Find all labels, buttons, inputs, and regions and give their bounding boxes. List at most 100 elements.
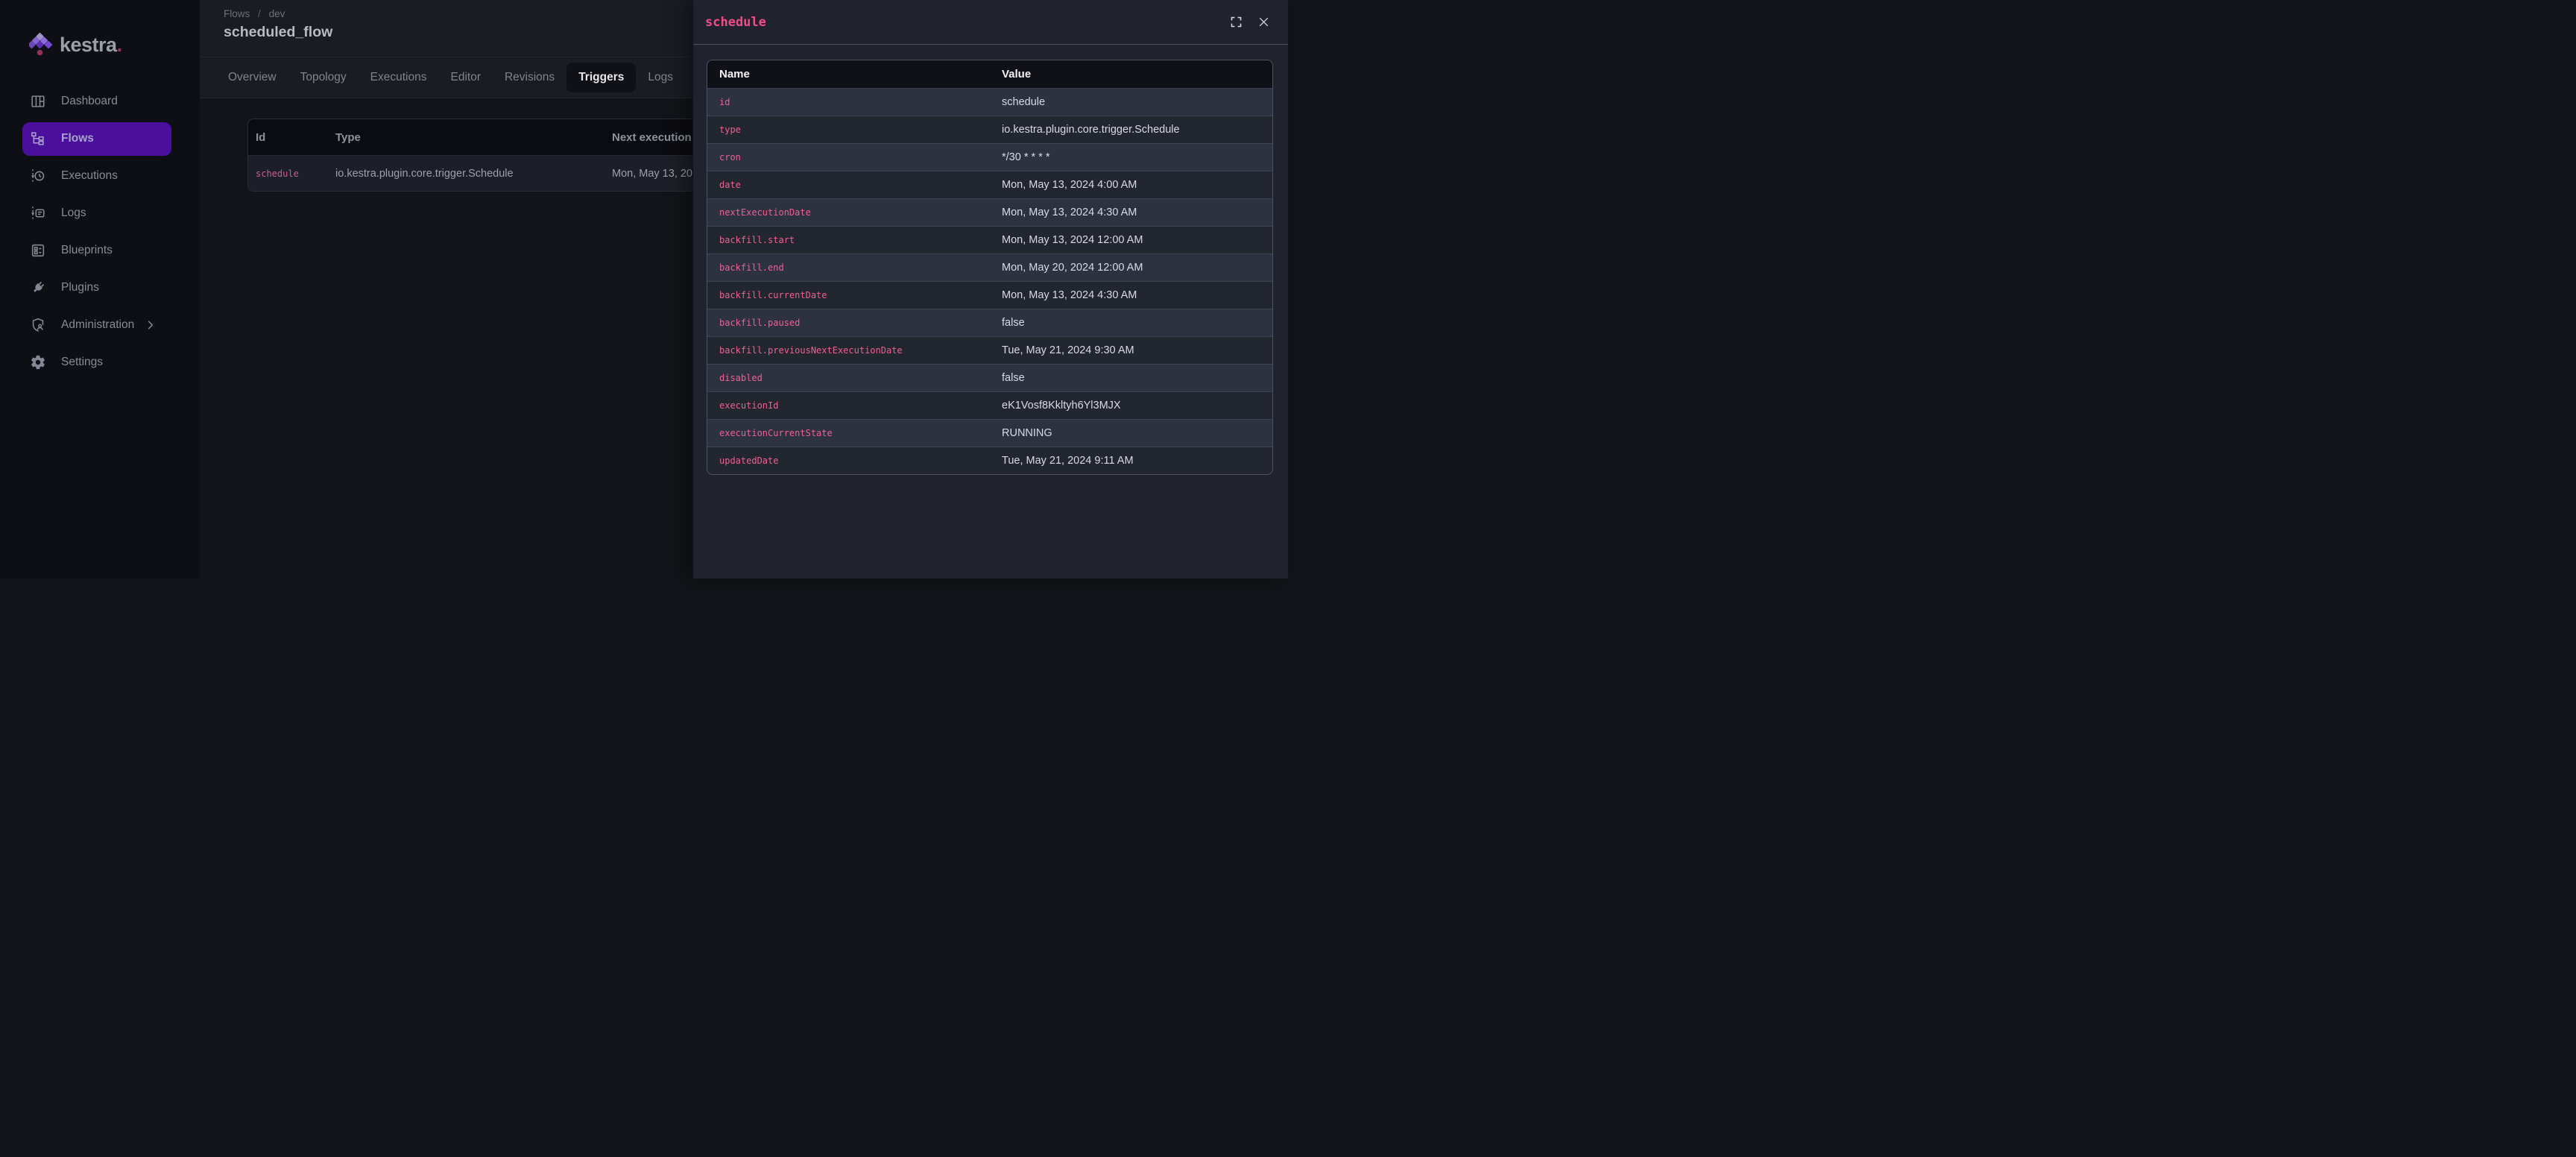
dashboard-icon — [30, 93, 46, 110]
breadcrumb-separator: / — [258, 8, 261, 19]
column-header-value: Value — [990, 68, 1272, 81]
breadcrumb-flows[interactable]: Flows — [224, 8, 250, 19]
column-header-id: Id — [248, 131, 335, 144]
sidebar-item-label: Executions — [61, 169, 118, 183]
table-row-backfill-start: backfill.start Mon, May 13, 2024 12:00 A… — [707, 226, 1272, 253]
breadcrumb: Flows / dev — [224, 8, 285, 19]
sidebar-item-executions[interactable]: Executions — [0, 157, 200, 195]
property-value: Mon, May 13, 2024 4:30 AM — [990, 207, 1272, 218]
tab-revisions[interactable]: Revisions — [493, 63, 566, 92]
tab-executions[interactable]: Executions — [359, 63, 439, 92]
sidebar-item-label: Administration — [61, 318, 134, 332]
tab-topology[interactable]: Topology — [288, 63, 359, 92]
property-value: Tue, May 21, 2024 9:11 AM — [990, 455, 1272, 467]
property-value: Mon, May 13, 2024 4:00 AM — [990, 179, 1272, 191]
table-row-executionId: executionId eK1Vosf8Kkltyh6Yl3MJX — [707, 391, 1272, 419]
property-value: RUNNING — [990, 427, 1272, 439]
gear-icon — [30, 354, 46, 371]
close-icon[interactable] — [1257, 16, 1270, 28]
property-name: executionCurrentState — [707, 428, 990, 438]
drawer-header: schedule — [693, 0, 1288, 45]
property-name: id — [707, 97, 990, 107]
logo-wordmark: kestra — [60, 34, 117, 57]
table-row-disabled: disabled false — [707, 364, 1272, 391]
trigger-type-cell: io.kestra.plugin.core.trigger.Schedule — [335, 168, 612, 180]
sidebar-item-label: Dashboard — [61, 95, 118, 108]
sidebar-nav: Dashboard Flows — [0, 83, 200, 381]
property-name: nextExecutionDate — [707, 207, 990, 218]
chevron-right-icon — [145, 319, 157, 331]
administration-shield-account-icon — [30, 317, 46, 333]
sidebar-item-label: Logs — [61, 207, 86, 220]
sidebar-item-label: Plugins — [61, 281, 99, 294]
table-row-backfill-end: backfill.end Mon, May 20, 2024 12:00 AM — [707, 253, 1272, 281]
kestra-app: kestra. Dashboard — [0, 0, 1288, 578]
flows-icon — [30, 130, 46, 147]
sidebar-item-label: Blueprints — [61, 244, 113, 257]
properties-table-header: Name Value — [707, 60, 1272, 88]
property-value: false — [990, 317, 1272, 329]
property-value: */30 * * * * — [990, 151, 1272, 163]
breadcrumb-namespace[interactable]: dev — [269, 8, 285, 19]
property-value: Mon, May 20, 2024 12:00 AM — [990, 262, 1272, 274]
property-name: date — [707, 180, 990, 190]
property-value: Mon, May 13, 2024 12:00 AM — [990, 234, 1272, 246]
table-row-executionCurrentState: executionCurrentState RUNNING — [707, 419, 1272, 447]
sidebar-item-plugins[interactable]: Plugins — [0, 269, 200, 306]
drawer-title: schedule — [705, 15, 1230, 30]
trigger-detail-drawer: schedule Name Value — [692, 0, 1288, 578]
table-row-backfill-currentDate: backfill.currentDate Mon, May 13, 2024 4… — [707, 281, 1272, 309]
tab-overview[interactable]: Overview — [216, 63, 288, 92]
property-name: type — [707, 124, 990, 135]
properties-table-body: id schedule type io.kestra.plugin.core.t… — [707, 88, 1272, 474]
column-header-name: Name — [707, 68, 990, 81]
trigger-properties-table: Name Value id schedule type io.kestra.pl… — [707, 60, 1273, 475]
logs-icon — [30, 205, 46, 221]
table-row-type: type io.kestra.plugin.core.trigger.Sched… — [707, 116, 1272, 143]
property-name: cron — [707, 152, 990, 163]
column-header-type: Type — [335, 131, 612, 144]
sidebar-item-label: Settings — [61, 356, 103, 369]
page-title: scheduled_flow — [224, 24, 332, 41]
tab-triggers[interactable]: Triggers — [566, 63, 636, 92]
tab-logs[interactable]: Logs — [636, 63, 685, 92]
expand-fullscreen-icon[interactable] — [1230, 16, 1243, 28]
table-row-cron: cron */30 * * * * — [707, 143, 1272, 171]
property-name: backfill.start — [707, 235, 990, 245]
sidebar-item-settings[interactable]: Settings — [0, 344, 200, 381]
property-name: backfill.currentDate — [707, 290, 990, 300]
table-row-updatedDate: updatedDate Tue, May 21, 2024 9:11 AM — [707, 447, 1272, 474]
property-name: updatedDate — [707, 455, 990, 466]
property-value: Mon, May 13, 2024 4:30 AM — [990, 289, 1272, 301]
property-value: io.kestra.plugin.core.trigger.Schedule — [990, 124, 1272, 136]
plugins-icon — [30, 280, 46, 296]
sidebar-item-label: Flows — [61, 132, 94, 145]
table-row-date: date Mon, May 13, 2024 4:00 AM — [707, 171, 1272, 198]
table-row-nextExecutionDate: nextExecutionDate Mon, May 13, 2024 4:30… — [707, 198, 1272, 226]
property-name: executionId — [707, 400, 990, 411]
property-value: schedule — [990, 96, 1272, 108]
property-name: backfill.paused — [707, 318, 990, 328]
property-name: backfill.end — [707, 262, 990, 273]
sidebar-item-blueprints[interactable]: Blueprints — [0, 232, 200, 269]
sidebar-item-flows[interactable]: Flows — [0, 120, 200, 157]
sidebar-item-administration[interactable]: Administration — [0, 306, 200, 344]
kestra-logo[interactable]: kestra. — [29, 30, 122, 60]
kestra-logo-icon — [29, 31, 52, 58]
trigger-id-link[interactable]: schedule — [256, 168, 299, 179]
property-value: false — [990, 372, 1272, 384]
table-row-id: id schedule — [707, 88, 1272, 116]
sidebar: kestra. Dashboard — [0, 0, 200, 578]
property-name: backfill.previousNextExecutionDate — [707, 345, 990, 356]
property-value: Tue, May 21, 2024 9:30 AM — [990, 344, 1272, 356]
blueprints-icon — [30, 242, 46, 259]
table-row-backfill-paused: backfill.paused false — [707, 309, 1272, 336]
property-value: eK1Vosf8Kkltyh6Yl3MJX — [990, 400, 1272, 412]
logo-dot: . — [117, 34, 123, 57]
tab-editor[interactable]: Editor — [438, 63, 493, 92]
executions-icon — [30, 168, 46, 184]
sidebar-item-logs[interactable]: Logs — [0, 195, 200, 232]
property-name: disabled — [707, 373, 990, 383]
sidebar-item-dashboard[interactable]: Dashboard — [0, 83, 200, 120]
table-row-backfill-previousNextExecutionDate: backfill.previousNextExecutionDate Tue, … — [707, 336, 1272, 364]
